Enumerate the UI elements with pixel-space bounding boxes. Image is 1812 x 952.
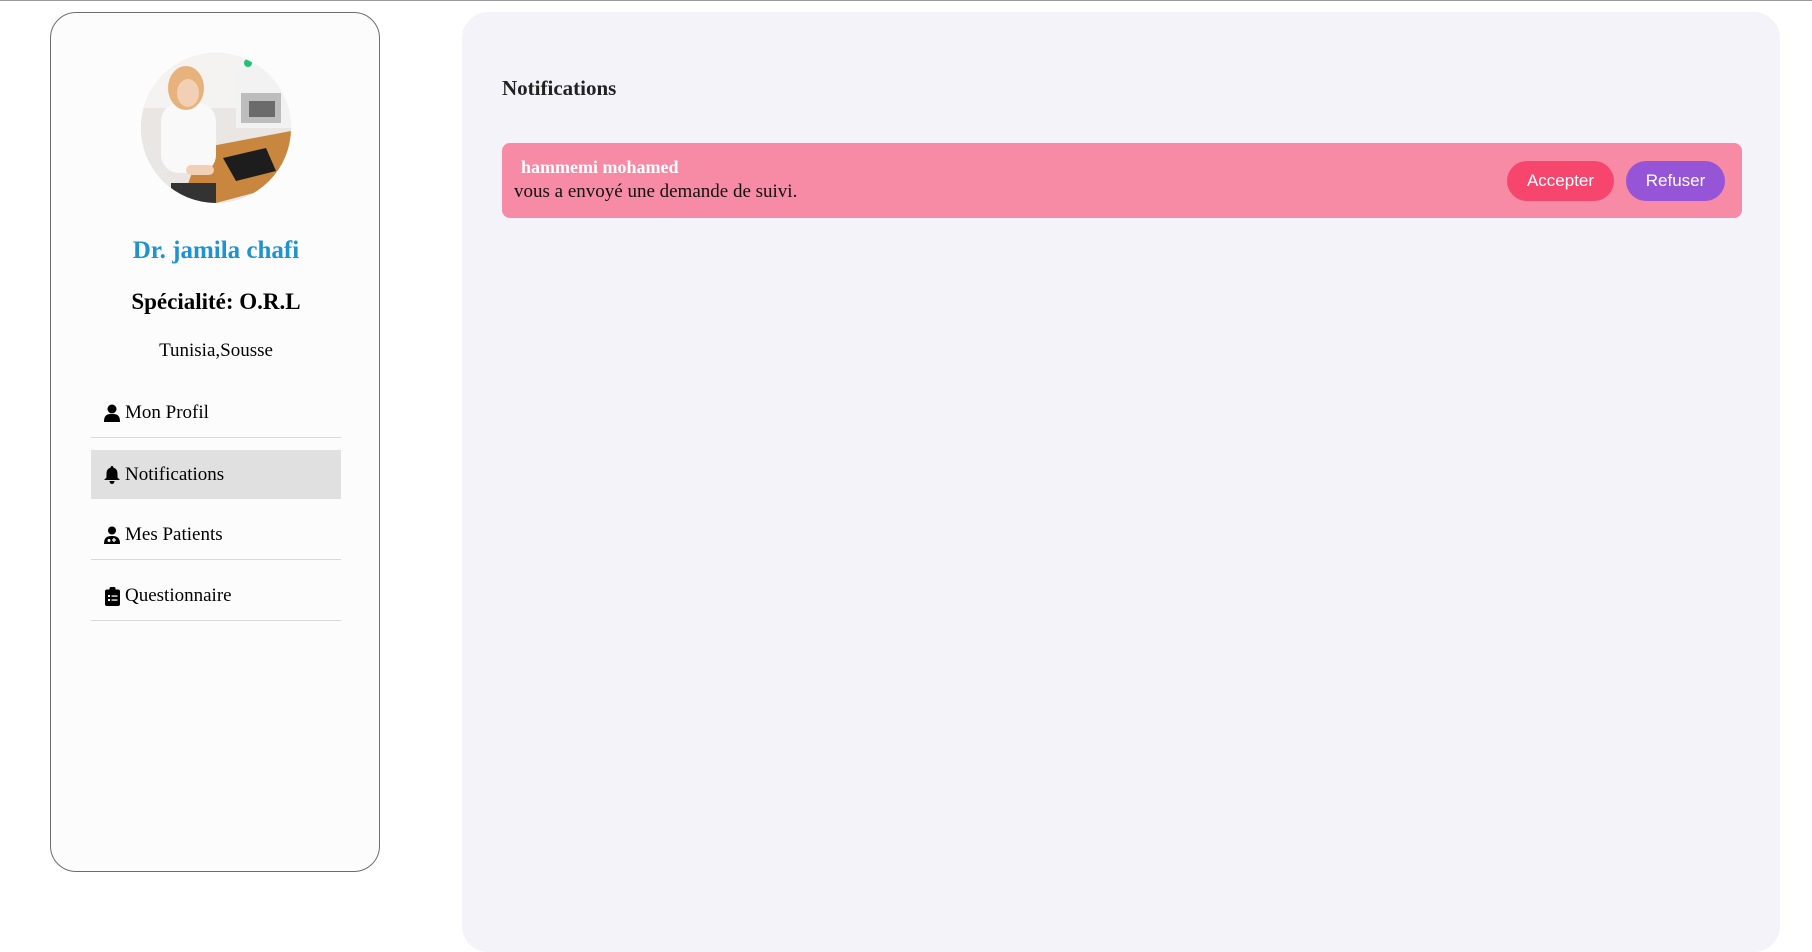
notification-message: vous a envoyé une demande de suivi. bbox=[514, 181, 798, 202]
clipboard-list-icon bbox=[103, 586, 121, 606]
notification-card: hammemi mohamed vous a envoyé une demand… bbox=[502, 143, 1742, 218]
accept-button[interactable]: Accepter bbox=[1507, 161, 1614, 201]
main-panel: Notifications hammemi mohamed vous a env… bbox=[462, 12, 1780, 952]
avatar bbox=[141, 53, 291, 203]
sidebar-menu: Mon Profil Notifications Mes Patients Qu… bbox=[91, 389, 341, 633]
doctor-location: Tunisia,Sousse bbox=[159, 340, 273, 361]
bell-icon bbox=[103, 465, 121, 485]
top-border bbox=[0, 0, 1812, 1]
sidebar-item-label: Questionnaire bbox=[125, 585, 232, 606]
sidebar-item-questionnaire[interactable]: Questionnaire bbox=[91, 572, 341, 621]
sidebar-item-label: Mes Patients bbox=[125, 524, 223, 545]
sidebar-item-label: Notifications bbox=[125, 463, 225, 485]
refuse-button[interactable]: Refuser bbox=[1626, 161, 1725, 201]
profile-sidebar: Dr. jamila chafi Spécialité: O.R.L Tunis… bbox=[50, 12, 380, 872]
user-doctor-icon bbox=[103, 525, 121, 545]
doctor-photo bbox=[141, 53, 291, 203]
sidebar-item-notifications[interactable]: Notifications bbox=[91, 450, 341, 499]
doctor-specialty: Spécialité: O.R.L bbox=[131, 289, 301, 314]
sidebar-item-mes-patients[interactable]: Mes Patients bbox=[91, 511, 341, 560]
page-title: Notifications bbox=[502, 76, 617, 100]
doctor-name: Dr. jamila chafi bbox=[132, 237, 300, 264]
sidebar-item-mon-profil[interactable]: Mon Profil bbox=[91, 389, 341, 438]
notification-sender: hammemi mohamed bbox=[521, 157, 679, 177]
sidebar-item-label: Mon Profil bbox=[125, 402, 209, 423]
user-icon bbox=[103, 403, 121, 423]
